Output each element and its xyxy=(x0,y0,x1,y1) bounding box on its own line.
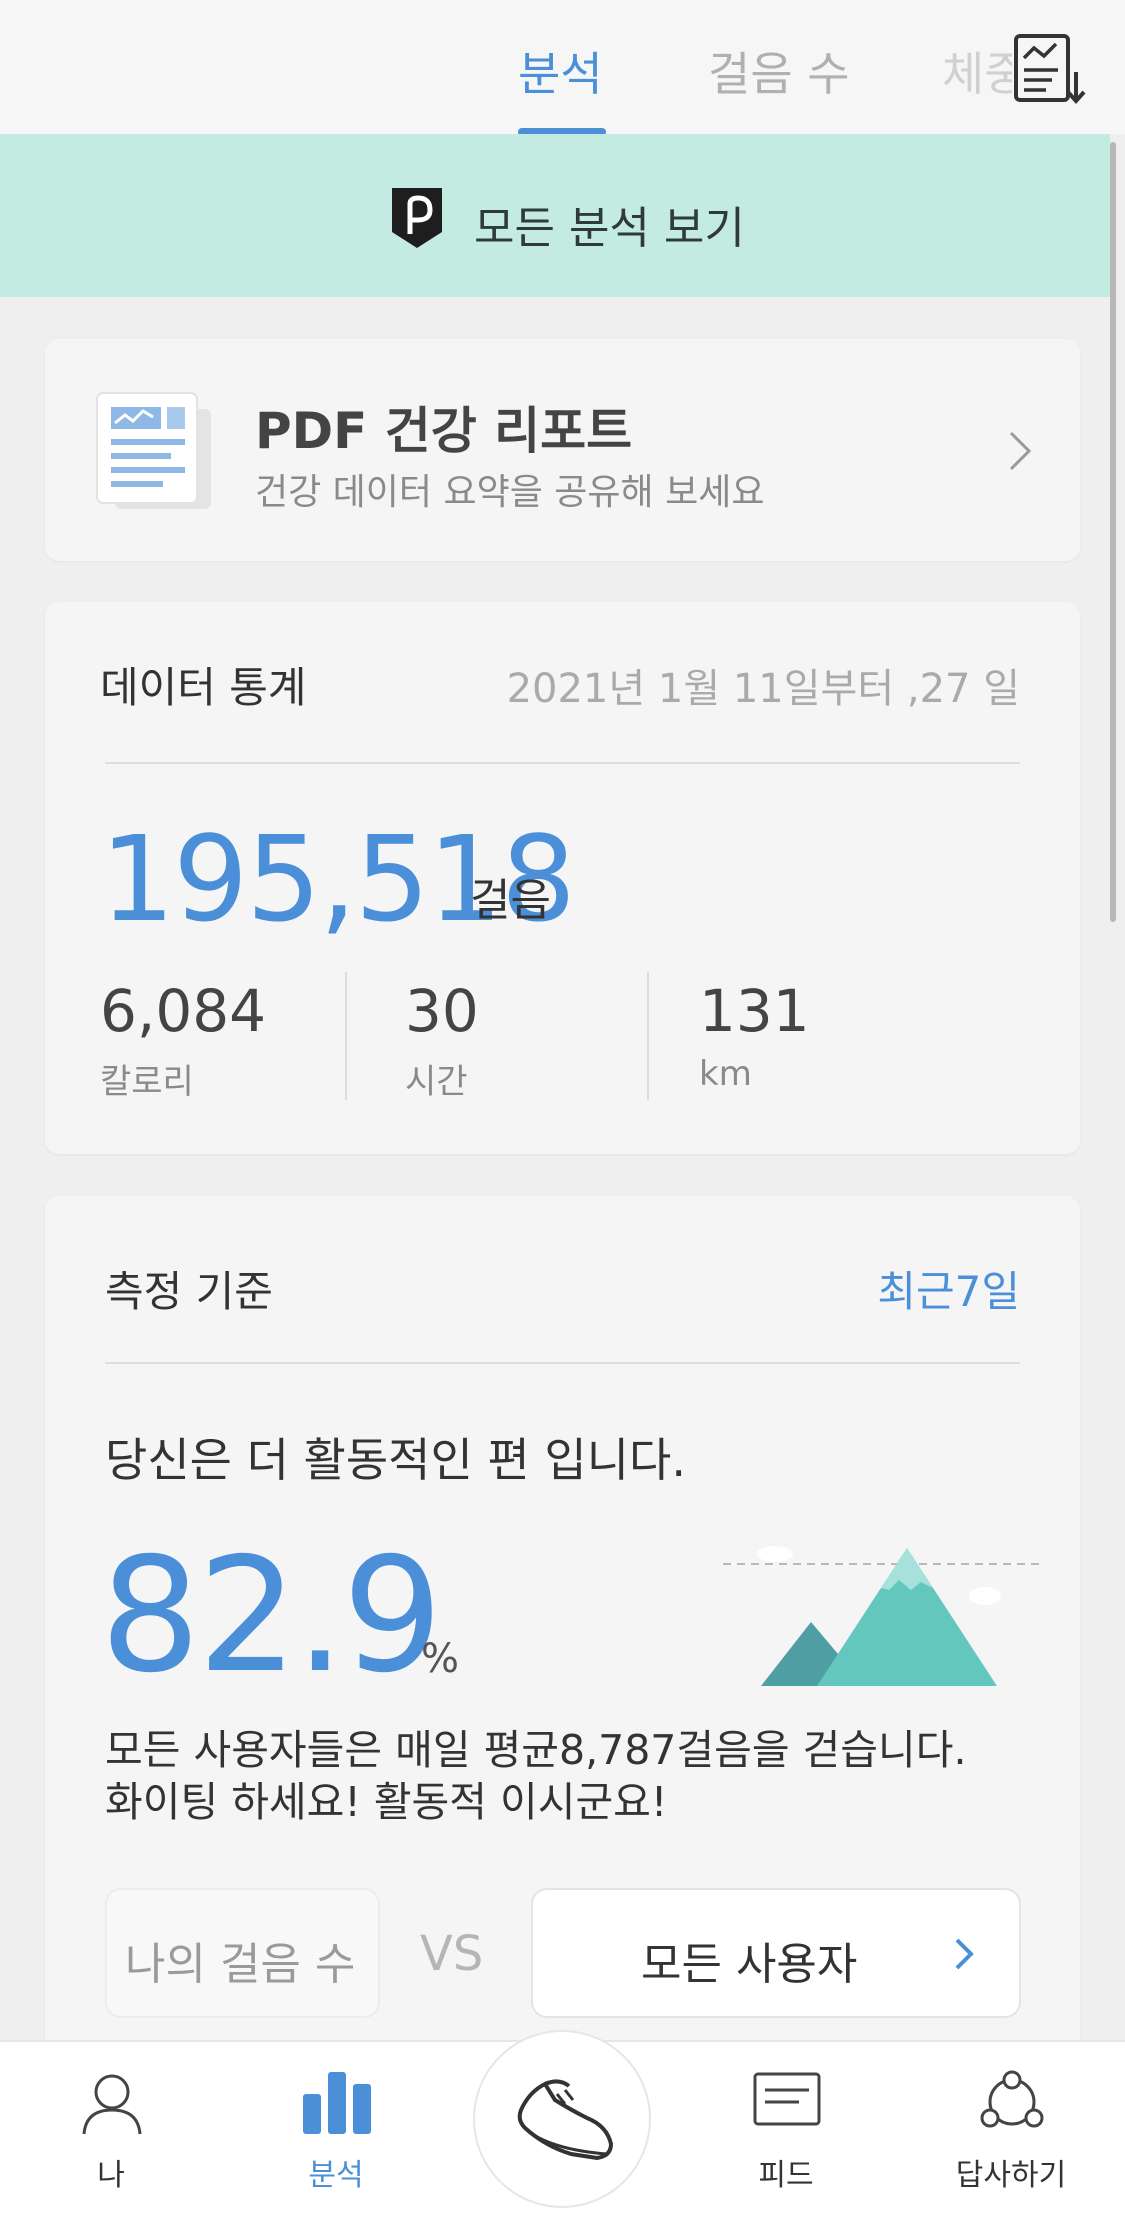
comparison-headline: 당신은 더 활동적인 편 입니다. xyxy=(105,1433,686,1487)
distance-label: km xyxy=(699,1054,752,1094)
distance-value: 131 xyxy=(699,977,810,1045)
calories-value: 6,084 xyxy=(100,977,267,1045)
calories-label: 칼로리 xyxy=(100,1062,194,1102)
tab-steps[interactable]: 걸음 수 xyxy=(708,38,850,104)
tab-analysis[interactable]: 분석 xyxy=(518,38,603,104)
tab-weight[interactable]: 체중 xyxy=(942,30,1012,110)
comparison-card: 측정 기준 최근7일 당신은 더 활동적인 편 입니다. 82.9 % 모든 사… xyxy=(45,1196,1080,2096)
divider xyxy=(105,1362,1020,1364)
report-download-icon[interactable] xyxy=(1012,32,1090,106)
nav-label-analysis: 분석 xyxy=(308,2158,364,2193)
all-users-label: 모든 사용자 xyxy=(641,1939,858,1990)
stats-title: 데이터 통계 xyxy=(100,663,307,712)
my-steps-button[interactable]: 나의 걸음 수 xyxy=(105,1888,380,2018)
comparison-title: 측정 기준 xyxy=(105,1267,273,1316)
divider xyxy=(345,972,347,1100)
comparison-range-selector[interactable]: 최근7일 xyxy=(877,1258,1020,1319)
steps-unit: 걸음 xyxy=(470,875,551,926)
average-steps-text: 모든 사용자들은 매일 평균8,787걸음을 걷습니다. xyxy=(105,1726,967,1774)
divider xyxy=(647,972,649,1100)
bar-chart-icon xyxy=(303,2072,371,2134)
mountain-illustration xyxy=(723,1546,1045,1686)
document-icon xyxy=(96,392,211,509)
stats-date-range: 2021년 1월 11일부터 ,27 일 xyxy=(506,666,1020,712)
activity-percent-unit: % xyxy=(421,1636,460,1682)
encouragement-text: 화이팅 하세요! 활동적 이시군요! xyxy=(105,1778,668,1826)
feed-icon xyxy=(753,2072,821,2126)
walk-start-button[interactable] xyxy=(473,2030,651,2208)
activity-percent: 82.9 xyxy=(100,1524,443,1708)
nav-item-feed[interactable]: 피드 xyxy=(711,2042,861,2230)
nav-label-me: 나 xyxy=(97,2158,125,2193)
nav-label-community: 답사하기 xyxy=(955,2158,1067,2193)
time-label: 시간 xyxy=(405,1062,468,1102)
pdf-report-card[interactable]: PDF 건강 리포트 건강 데이터 요약을 공유해 보세요 xyxy=(45,339,1080,561)
banner-label: 모든 분석 보기 xyxy=(474,203,745,254)
all-users-button[interactable]: 모든 사용자 xyxy=(531,1888,1021,2018)
top-tab-bar: 분석 걸음 수 체중 xyxy=(0,0,1125,136)
time-value: 30 xyxy=(405,977,479,1045)
brand-logo-icon xyxy=(392,188,442,248)
nav-item-community[interactable]: 답사하기 xyxy=(936,2042,1086,2230)
chevron-right-icon xyxy=(955,1938,974,1970)
all-analysis-banner[interactable]: 모든 분석 보기 xyxy=(0,134,1110,297)
my-steps-label: 나의 걸음 수 xyxy=(125,1939,356,1990)
person-icon xyxy=(82,2074,142,2135)
pdf-report-subtitle: 건강 데이터 요약을 공유해 보세요 xyxy=(255,472,765,513)
nav-item-analysis[interactable]: 분석 xyxy=(261,2042,411,2230)
nav-label-feed: 피드 xyxy=(758,2158,814,2193)
chevron-right-icon xyxy=(1009,431,1032,471)
scrollbar[interactable] xyxy=(1110,142,1116,922)
nav-item-me[interactable]: 나 xyxy=(36,2042,186,2230)
divider xyxy=(105,762,1020,764)
community-icon xyxy=(980,2070,1044,2128)
vs-label: VS xyxy=(420,1926,484,1982)
data-stats-card: 데이터 통계 2021년 1월 11일부터 ,27 일 195,518 걸음 6… xyxy=(45,602,1080,1154)
shoe-icon xyxy=(517,2079,614,2161)
pdf-report-title: PDF 건강 리포트 xyxy=(255,402,633,460)
